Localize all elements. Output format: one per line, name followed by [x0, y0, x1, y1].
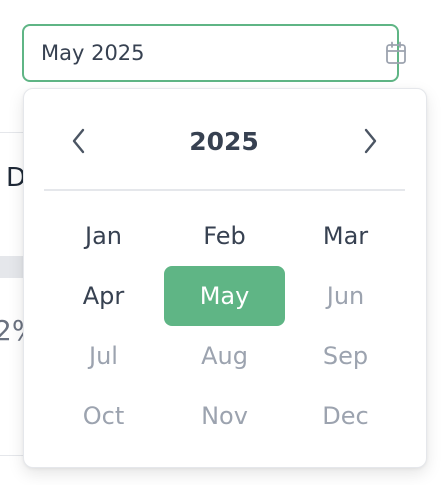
- month-sep: Sep: [285, 326, 406, 386]
- month-picker-popover: 2025 Jan Feb Mar Apr May Jun Jul Aug Sep…: [23, 88, 427, 468]
- month-oct: Oct: [43, 386, 164, 446]
- month-nov: Nov: [164, 386, 285, 446]
- month-label: Feb: [203, 222, 246, 250]
- month-label: Dec: [322, 402, 369, 430]
- month-label: Mar: [322, 222, 369, 250]
- month-grid: Jan Feb Mar Apr May Jun Jul Aug Sep Oct …: [43, 206, 406, 446]
- month-input-value: May 2025: [41, 41, 145, 65]
- month-feb[interactable]: Feb: [164, 206, 285, 266]
- month-label: Nov: [201, 402, 248, 430]
- month-mar[interactable]: Mar: [285, 206, 406, 266]
- header-divider: [44, 189, 405, 191]
- month-label: Sep: [322, 342, 369, 370]
- previous-year-button[interactable]: [62, 125, 96, 161]
- month-jan[interactable]: Jan: [43, 206, 164, 266]
- month-picker-input[interactable]: May 2025: [22, 24, 406, 82]
- month-jul: Jul: [43, 326, 164, 386]
- month-label: Jan: [85, 222, 122, 250]
- month-may-selected[interactable]: May: [164, 266, 285, 326]
- month-aug: Aug: [164, 326, 285, 386]
- month-label: Jun: [326, 282, 365, 310]
- month-jun: Jun: [285, 266, 406, 326]
- month-apr[interactable]: Apr: [43, 266, 164, 326]
- month-label: Oct: [82, 402, 125, 430]
- month-dec: Dec: [285, 386, 406, 446]
- screen: D 2% May 2025 2025: [0, 0, 445, 485]
- year-label: 2025: [189, 127, 259, 156]
- month-label: Apr: [82, 282, 125, 310]
- chevron-right-icon: [363, 128, 377, 158]
- next-year-button[interactable]: [353, 125, 387, 161]
- chevron-left-icon: [72, 128, 86, 158]
- month-label: Jul: [89, 342, 118, 370]
- month-label: Aug: [201, 342, 248, 370]
- calendar-icon[interactable]: [385, 41, 407, 65]
- month-label: May: [199, 282, 250, 310]
